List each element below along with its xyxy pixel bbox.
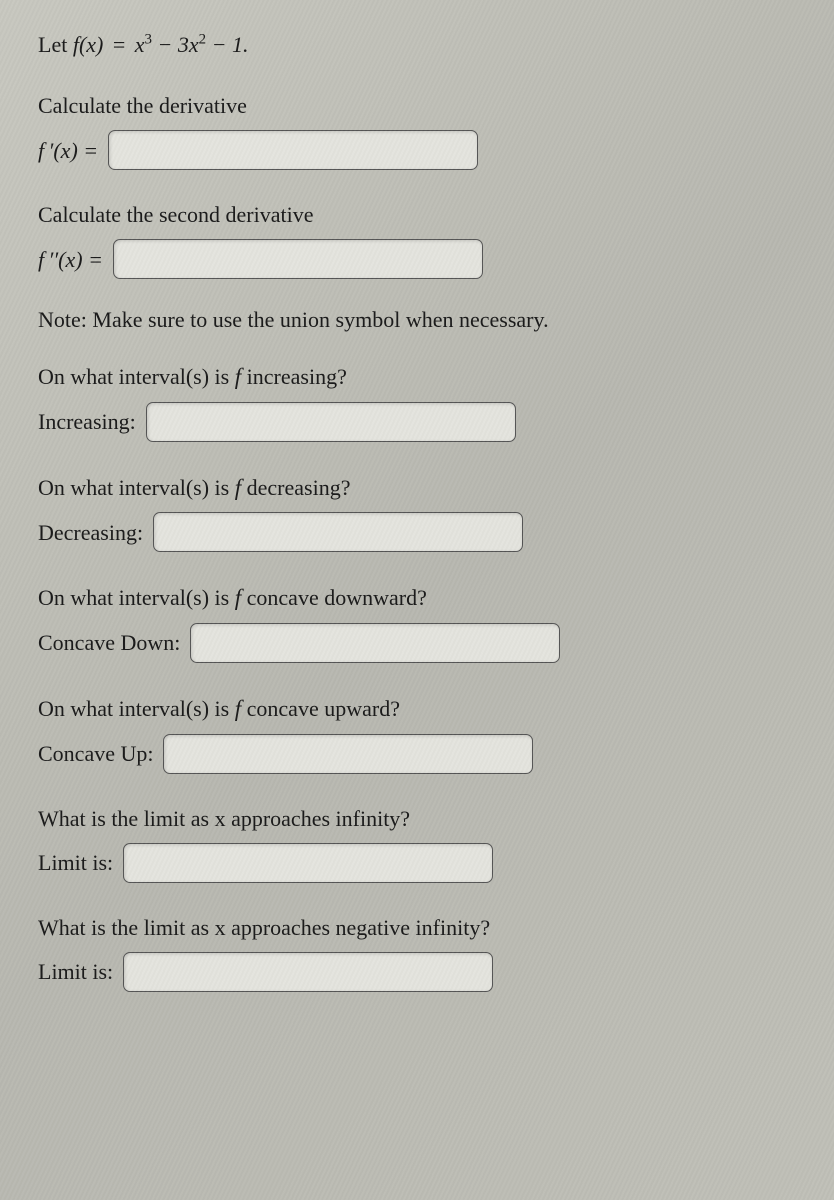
concave-up-row: Concave Up: — [38, 734, 806, 774]
decreasing-prompt: On what interval(s) is f decreasing? — [38, 470, 806, 505]
concave-down-label: Concave Down: — [38, 626, 180, 659]
f-prime-label: f ′(x) = — [38, 134, 98, 167]
limit-pos-input[interactable] — [123, 843, 493, 883]
limit-pos-label: Limit is: — [38, 846, 113, 879]
concave-up-input[interactable] — [163, 734, 533, 774]
function-definition: f(x) = x3 − 3x2 − 1. — [73, 32, 249, 57]
decreasing-label: Decreasing: — [38, 516, 143, 549]
limit-pos-row: Limit is: — [38, 843, 806, 883]
second-derivative-prompt: Calculate the second derivative — [38, 198, 806, 231]
concave-up-prompt: On what interval(s) is f concave upward? — [38, 691, 806, 726]
increasing-label: Increasing: — [38, 405, 136, 438]
increasing-row: Increasing: — [38, 402, 806, 442]
limit-neg-row: Limit is: — [38, 952, 806, 992]
problem-statement: Let f(x) = x3 − 3x2 − 1. — [38, 28, 806, 61]
f-prime-input[interactable] — [108, 130, 478, 170]
concave-down-input[interactable] — [190, 623, 560, 663]
limit-neg-prompt: What is the limit as x approaches negati… — [38, 911, 806, 944]
limit-pos-prompt: What is the limit as x approaches infini… — [38, 802, 806, 835]
increasing-input[interactable] — [146, 402, 516, 442]
second-derivative-row: f ′′(x) = — [38, 239, 806, 279]
union-note: Note: Make sure to use the union symbol … — [38, 307, 806, 333]
first-derivative-prompt: Calculate the derivative — [38, 89, 806, 122]
concave-down-prompt: On what interval(s) is f concave downwar… — [38, 580, 806, 615]
concave-down-row: Concave Down: — [38, 623, 806, 663]
f-double-prime-input[interactable] — [113, 239, 483, 279]
first-derivative-row: f ′(x) = — [38, 130, 806, 170]
limit-neg-input[interactable] — [123, 952, 493, 992]
concave-up-label: Concave Up: — [38, 737, 153, 770]
limit-neg-label: Limit is: — [38, 955, 113, 988]
decreasing-input[interactable] — [153, 512, 523, 552]
let-text: Let — [38, 32, 73, 57]
f-double-prime-label: f ′′(x) = — [38, 243, 103, 276]
decreasing-row: Decreasing: — [38, 512, 806, 552]
increasing-prompt: On what interval(s) is f increasing? — [38, 359, 806, 394]
